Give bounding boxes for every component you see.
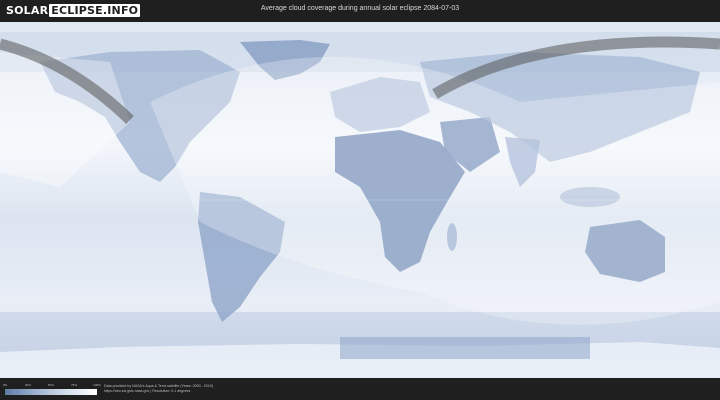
- legend-ticks: 0% 25% 50% 75% 100%: [2, 383, 101, 389]
- legend-tick-0: 0%: [2, 383, 8, 387]
- cloud-coverage-legend: 0% 25% 50% 75% 100%: [2, 383, 101, 395]
- data-credits: Data provided by NASA's Aqua & Terra sat…: [104, 384, 213, 394]
- legend-tick-50: 50%: [47, 383, 55, 387]
- legend-color-bar: [5, 389, 97, 395]
- cloud-coverage-map: [0, 22, 720, 378]
- legend-tick-75: 75%: [70, 383, 78, 387]
- header-bar: SOLAR ECLIPSE.INFO Average cloud coverage…: [0, 0, 720, 22]
- legend-tick-25: 25%: [24, 383, 32, 387]
- legend-tick-100: 100%: [93, 383, 101, 387]
- antarctica-dark-region: [340, 337, 590, 359]
- page-title: Average cloud coverage during annual sol…: [260, 5, 460, 12]
- world-map-graphic: [0, 22, 720, 378]
- credits-line-2[interactable]: https://neo.sci.gsfc.nasa.gov | Resoluti…: [104, 389, 213, 394]
